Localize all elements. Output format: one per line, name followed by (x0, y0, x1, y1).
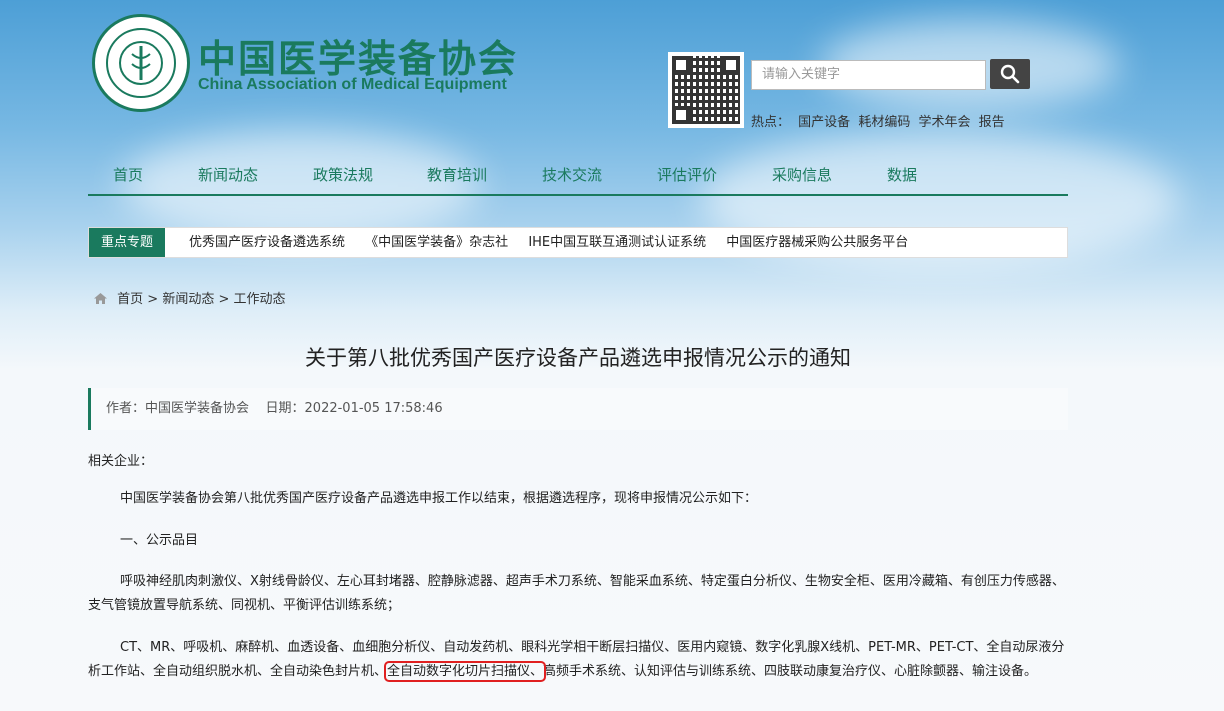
featured-topics-bar: 重点专题 优秀国产医疗设备遴选系统 《中国医学装备》杂志社 IHE中国互联互通测… (88, 227, 1068, 258)
breadcrumb-separator: > (218, 292, 230, 307)
featured-links: 优秀国产医疗设备遴选系统 《中国医学装备》杂志社 IHE中国互联互通测试认证系统… (189, 228, 924, 257)
hot-keyword-link[interactable]: 耗材编码 (858, 115, 910, 130)
qr-pattern (672, 56, 740, 124)
featured-link[interactable]: 优秀国产医疗设备遴选系统 (189, 235, 345, 250)
breadcrumb-separator: > (147, 292, 159, 307)
hot-label: 热点： (751, 115, 791, 130)
nav-item-home[interactable]: 首页 (113, 164, 143, 185)
article-paragraph: 呼吸神经肌肉刺激仪、X射线骨龄仪、左心耳封堵器、腔静脉滤器、超声手术刀系统、智能… (88, 574, 1065, 613)
nav-item-evaluation[interactable]: 评估评价 (657, 164, 717, 185)
hot-keyword-link[interactable]: 学术年会 (918, 115, 970, 130)
featured-link[interactable]: IHE中国互联互通测试认证系统 (528, 235, 706, 250)
hot-keyword-link[interactable]: 报告 (979, 115, 1005, 130)
article-paragraph: 中国医学装备协会第八批优秀国产医疗设备产品遴选申报工作以结束，根据遴选程序，现将… (120, 491, 758, 506)
nav-item-tech[interactable]: 技术交流 (542, 164, 602, 185)
search-button[interactable] (990, 59, 1030, 89)
nav-item-news[interactable]: 新闻动态 (198, 164, 258, 185)
article-section-heading: 一、公示品目 (120, 533, 199, 548)
article-paragraph: CT、MR、呼吸机、麻醉机、血透设备、血细胞分析仪、自动发药机、眼科光学相干断层… (88, 636, 1068, 684)
featured-link[interactable]: 《中国医学装备》杂志社 (365, 235, 508, 250)
breadcrumb-home[interactable]: 首页 (117, 292, 143, 307)
caduceus-icon (119, 41, 163, 85)
article-salutation: 相关企业： (88, 454, 154, 469)
qr-finder (722, 56, 740, 74)
nav-item-training[interactable]: 教育培训 (427, 164, 487, 185)
hot-keywords: 热点： 国产设备 耗材编码 学术年会 报告 (751, 111, 1009, 130)
hot-keyword-link[interactable]: 国产设备 (798, 115, 850, 130)
search-icon (1000, 64, 1020, 84)
breadcrumb: 首页 > 新闻动态 > 工作动态 (94, 288, 286, 307)
main-nav: 首页 新闻动态 政策法规 教育培训 技术交流 评估评价 采购信息 数据 (88, 154, 1068, 196)
paragraph-text: 高频手术系统、认知评估与训练系统、四肢联动康复治疗仪、心脏除颤器、输注设备。 (543, 664, 1038, 679)
nav-item-data[interactable]: 数据 (887, 164, 917, 185)
home-icon (94, 293, 107, 304)
featured-link[interactable]: 中国医疗器械采购公共服务平台 (726, 235, 908, 250)
logo-title-cn[interactable]: 中国医学装备协会 (198, 28, 518, 83)
logo-title-en[interactable]: China Association of Medical Equipment (198, 76, 507, 94)
article-meta: 作者：中国医学装备协会 日期：2022-01-05 17:58:46 (88, 388, 1068, 430)
article-title: 关于第八批优秀国产医疗设备产品遴选申报情况公示的通知 (305, 346, 851, 370)
qr-finder (672, 56, 690, 74)
nav-item-procurement[interactable]: 采购信息 (772, 164, 832, 185)
qr-code-image (668, 52, 744, 128)
qr-finder (672, 106, 690, 124)
association-logo[interactable] (92, 14, 190, 112)
highlighted-item: 全自动数字化切片扫描仪、 (384, 661, 547, 682)
breadcrumb-news[interactable]: 新闻动态 (162, 292, 214, 307)
nav-item-policy[interactable]: 政策法规 (313, 164, 373, 185)
search-input[interactable]: 请输入关键字 (751, 60, 986, 90)
breadcrumb-work[interactable]: 工作动态 (234, 292, 286, 307)
featured-tag: 重点专题 (89, 228, 165, 257)
logo-emblem (106, 28, 176, 98)
